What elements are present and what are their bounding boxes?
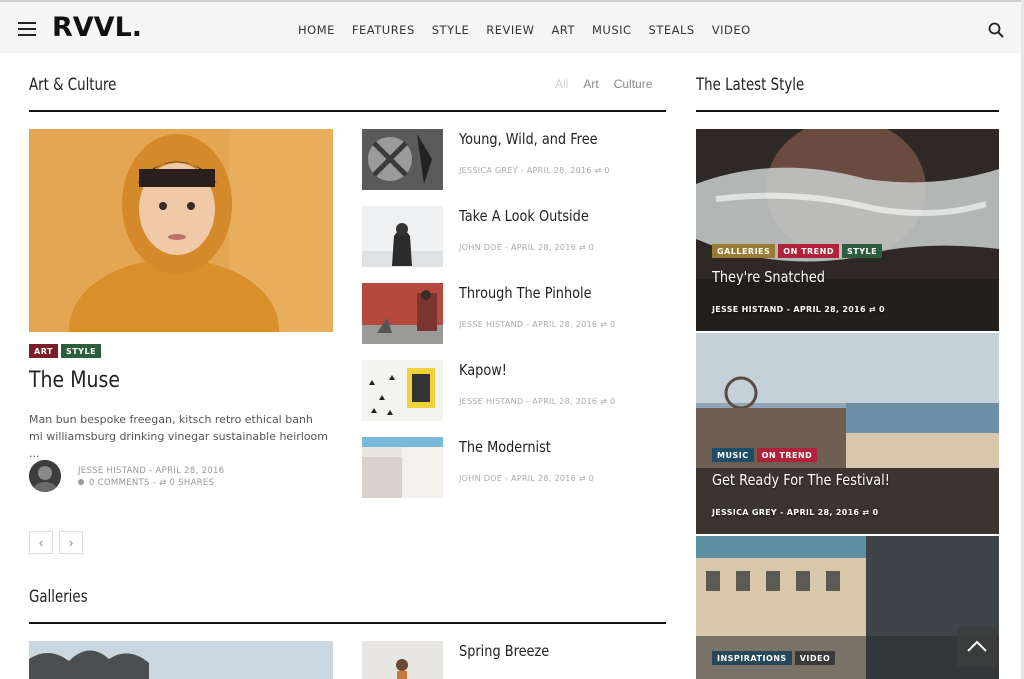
- card-title[interactable]: Get Ready For The Festival!: [712, 471, 890, 489]
- filter-art[interactable]: Art: [583, 77, 598, 91]
- card-meta: JESSICA GREY - APRIL 28, 2016 ⇄ 0: [712, 508, 879, 517]
- next-button[interactable]: ›: [59, 531, 83, 554]
- main-nav: HOME FEATURES STYLE REVIEW ART MUSIC STE…: [298, 23, 768, 37]
- featured-image[interactable]: [29, 129, 333, 332]
- badge-music[interactable]: MUSIC: [712, 448, 754, 462]
- list-item-thumb[interactable]: [362, 437, 443, 498]
- section-title-latest-style: The Latest Style: [696, 75, 805, 94]
- nav-art[interactable]: ART: [551, 23, 575, 37]
- nav-home[interactable]: HOME: [298, 23, 335, 37]
- featured-excerpt: Man bun bespoke freegan, kitsch retro et…: [29, 413, 329, 460]
- badge-inspirations[interactable]: INSPIRATIONS: [712, 651, 792, 665]
- chevron-up-icon: [967, 640, 987, 652]
- featured-title[interactable]: The Muse: [29, 368, 120, 393]
- list-item-meta: JOHN DOE - APRIL 28, 2016 ⇄ 0: [459, 243, 595, 252]
- sidebar-card[interactable]: MUSIC ON TREND Get Ready For The Festival…: [696, 333, 999, 534]
- site-header: RVVL. HOME FEATURES STYLE REVIEW ART MUS…: [0, 0, 1024, 53]
- featured-meta: JESSE HISTAND - APRIL 28, 2016 0 COMMENT…: [78, 465, 224, 489]
- author-line: JESSE HISTAND - APRIL 28, 2016: [78, 466, 225, 476]
- nav-music[interactable]: MUSIC: [592, 23, 632, 37]
- nav-features[interactable]: FEATURES: [352, 23, 415, 37]
- list-item-title[interactable]: The Modernist: [459, 438, 551, 456]
- site-logo[interactable]: RVVL.: [52, 12, 142, 43]
- list-item-thumb[interactable]: [362, 641, 443, 679]
- list-item-title[interactable]: Young, Wild, and Free: [459, 130, 598, 148]
- section-divider: [29, 622, 666, 624]
- nav-steals[interactable]: STEALS: [649, 23, 695, 37]
- chevron-left-icon: ‹: [38, 535, 44, 550]
- badge-video[interactable]: VIDEO: [794, 651, 836, 665]
- sidebar-card[interactable]: GALLERIES ON TREND STYLE They're Snatched …: [696, 129, 999, 331]
- badge-art[interactable]: ART: [29, 344, 58, 358]
- featured-badges: ART STYLE: [29, 341, 104, 359]
- list-item-title[interactable]: Through The Pinhole: [459, 284, 592, 302]
- stats-line: 0 COMMENTS - ⇄ 0 SHARES: [89, 478, 215, 488]
- section-title-galleries: Galleries: [29, 587, 88, 606]
- avatar[interactable]: [29, 460, 61, 492]
- badge-style[interactable]: STYLE: [841, 244, 883, 258]
- section-divider: [696, 110, 999, 112]
- search-icon[interactable]: [988, 22, 1004, 38]
- menu-icon[interactable]: [18, 22, 36, 36]
- card-badges: GALLERIES ON TREND STYLE: [712, 241, 885, 259]
- list-item-meta: JESSICA GREY - APRIL 28, 2016 ⇄ 0: [459, 166, 610, 175]
- badge-galleries[interactable]: GALLERIES: [712, 244, 776, 258]
- list-item-title[interactable]: Spring Breeze: [459, 642, 549, 660]
- card-meta: JESSE HISTAND - APRIL 28, 2016 ⇄ 0: [712, 305, 885, 314]
- filter-culture[interactable]: Culture: [614, 77, 653, 91]
- gallery-image[interactable]: [29, 641, 333, 679]
- sidebar-card[interactable]: INSPIRATIONS VIDEO: [696, 536, 999, 679]
- card-title[interactable]: They're Snatched: [712, 268, 825, 286]
- section-filters: All Art Culture: [555, 77, 667, 91]
- nav-video[interactable]: VIDEO: [712, 23, 751, 37]
- list-item-thumb[interactable]: [362, 283, 443, 344]
- list-item-thumb[interactable]: [362, 129, 443, 190]
- list-item-meta: JESSE HISTAND - APRIL 28, 2016 ⇄ 0: [459, 397, 616, 406]
- list-item-title[interactable]: Kapow!: [459, 361, 507, 379]
- badge-style[interactable]: STYLE: [60, 344, 102, 358]
- badge-on-trend[interactable]: ON TREND: [756, 448, 818, 462]
- filter-all[interactable]: All: [555, 77, 568, 91]
- card-badges: MUSIC ON TREND: [712, 445, 820, 463]
- back-to-top-button[interactable]: [957, 627, 997, 667]
- prev-button[interactable]: ‹: [29, 531, 53, 554]
- section-title-art-culture: Art & Culture: [29, 75, 117, 94]
- chevron-right-icon: ›: [68, 535, 74, 550]
- list-item-meta: JOHN DOE - APRIL 28, 2016 ⇄ 0: [459, 474, 595, 483]
- badge-on-trend[interactable]: ON TREND: [778, 244, 839, 258]
- list-item-meta: JESSE HISTAND - APRIL 28, 2016 ⇄ 0: [459, 320, 616, 329]
- nav-review[interactable]: REVIEW: [486, 23, 534, 37]
- list-item-title[interactable]: Take A Look Outside: [459, 207, 589, 225]
- section-divider: [29, 110, 666, 112]
- card-badges: INSPIRATIONS VIDEO: [712, 648, 838, 666]
- nav-style[interactable]: STYLE: [432, 23, 470, 37]
- list-item-thumb[interactable]: [362, 206, 443, 267]
- comment-icon: [78, 479, 84, 485]
- list-item-thumb[interactable]: [362, 360, 443, 421]
